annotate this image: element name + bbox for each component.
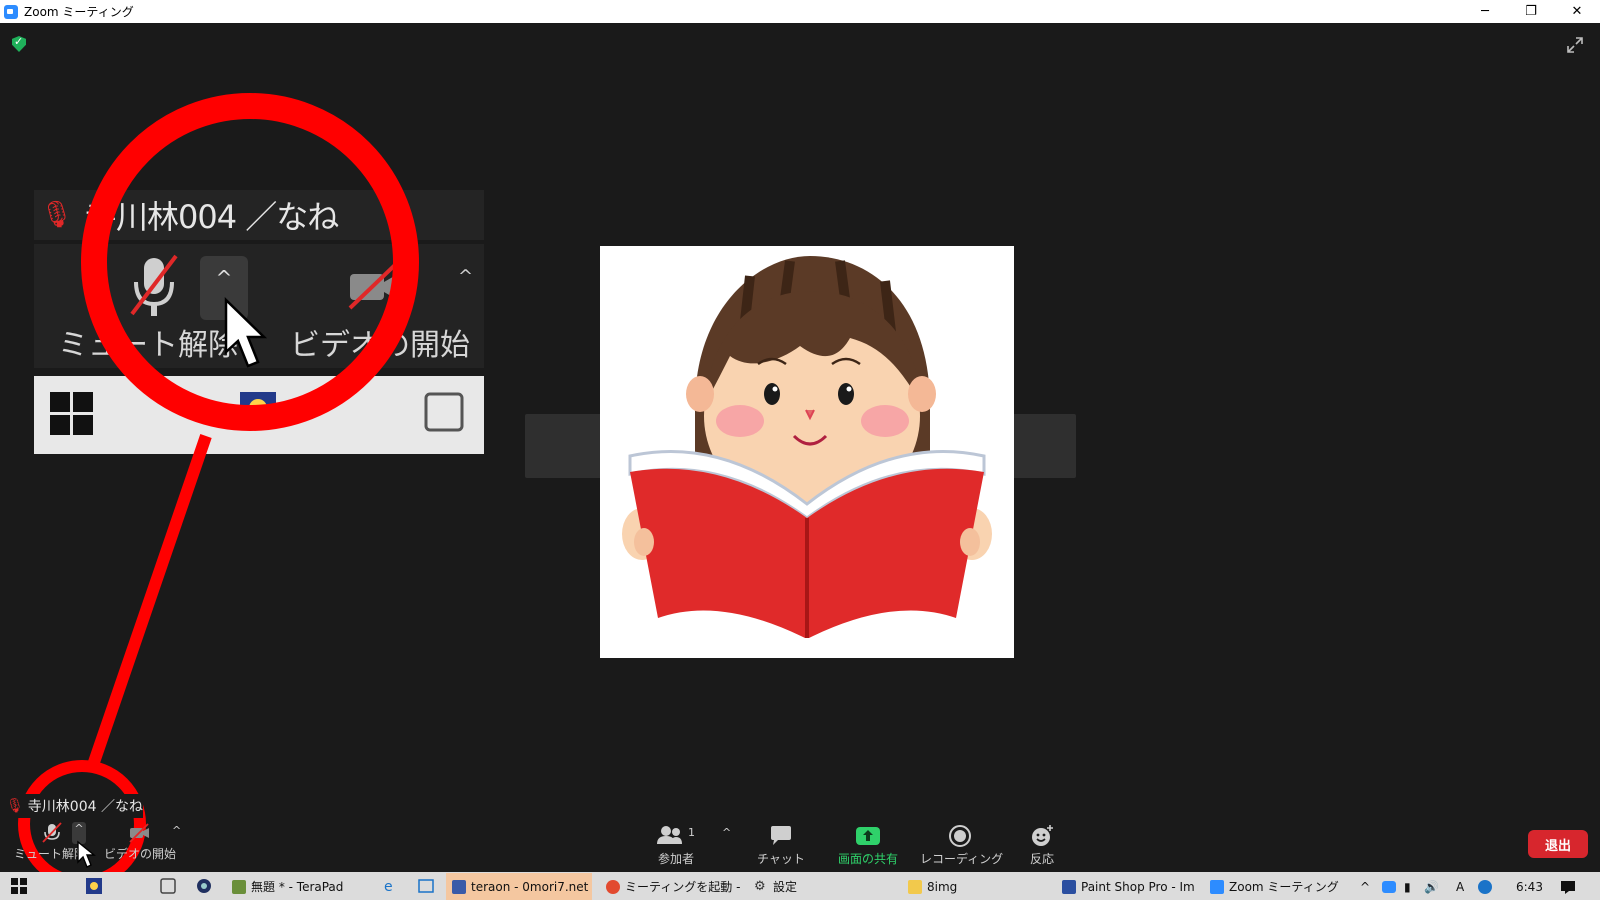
zoom-icon	[1210, 879, 1224, 894]
minimize-button[interactable]: ─	[1462, 0, 1508, 23]
taskbar-item-8img[interactable]: 8img	[902, 873, 1048, 900]
zoom-app-icon	[4, 4, 18, 19]
taskbar-item-settings[interactable]: ⚙ 設定	[748, 873, 894, 900]
ime-indicator[interactable]: A	[1456, 873, 1472, 900]
taskbar-item-label: Paint Shop Pro - Im...	[1081, 879, 1196, 894]
restore-button[interactable]: ❐	[1508, 0, 1554, 23]
leave-meeting-button[interactable]: 退出	[1528, 830, 1588, 858]
inset-participant-name-label: 🎙 寺川林004 ／なね	[34, 190, 484, 240]
start-video-label: ビデオの開始	[104, 847, 177, 861]
tray-overflow-chevron-icon[interactable]: ^	[1360, 873, 1380, 900]
gear-icon: ⚙	[754, 878, 766, 894]
reactions-label: 反応	[1029, 852, 1054, 866]
svg-text:e: e	[384, 879, 393, 894]
share-screen-button[interactable]: 画面の共有	[832, 824, 904, 872]
taskbar-item-zoom-meeting[interactable]: Zoom ミーティング	[1204, 873, 1350, 900]
share-screen-icon	[832, 824, 904, 848]
zoom-window: Zoom ミーティング ─ ❐ ✕ ✓ 🎙 寺川林004 ／なね ^ ^ ミュー…	[0, 0, 1600, 900]
reactions-button[interactable]: 反応	[1022, 824, 1062, 872]
title-bar: Zoom ミーティング ─ ❐ ✕	[0, 0, 1600, 23]
record-button[interactable]: レコーディング	[920, 824, 1004, 872]
pinned-app-icon-3[interactable]	[194, 876, 214, 896]
chat-label: チャット	[757, 852, 805, 866]
reactions-emoji-icon	[1022, 824, 1062, 848]
taskbar-item-label: ミーティングを起動 - Z...	[625, 880, 740, 894]
inset-participant-name: 寺川林004 ／なね	[85, 198, 339, 236]
inset-unmute-label: ミュート解除	[58, 328, 238, 363]
tray-volume-icon[interactable]: 🔊	[1424, 873, 1444, 900]
browser-icon	[452, 879, 466, 894]
chat-button[interactable]: チャット	[756, 824, 806, 872]
window-app-icon[interactable]	[416, 876, 436, 896]
inset-control-bar: ^ ^ ミュート解除 ビデオの開始	[34, 244, 484, 368]
participant-video[interactable]	[600, 246, 1014, 658]
chrome-icon	[606, 879, 620, 894]
tray-zoom-icon[interactable]	[1382, 873, 1402, 900]
taskbar-item-label: 8img	[927, 879, 958, 894]
taskbar-item-label: Zoom ミーティング	[1229, 880, 1339, 894]
pinned-app-icon-2[interactable]	[158, 876, 178, 896]
taskbar-item-zoom-launcher[interactable]: ミーティングを起動 - Z...	[600, 873, 740, 900]
terapad-icon	[232, 879, 246, 894]
record-icon	[920, 824, 1000, 848]
girl-reading-book-image	[600, 246, 1014, 658]
taskbar-item-label: teraon - 0mori7.net ...	[471, 879, 592, 894]
inset-video-label: ビデオの開始	[290, 328, 470, 363]
participants-label: 参加者	[657, 852, 694, 866]
muted-mic-icon: 🎙	[40, 200, 74, 230]
share-screen-label: 画面の共有	[837, 852, 898, 866]
encryption-shield-icon[interactable]	[12, 36, 26, 52]
tray-battery-icon[interactable]: ▮	[1404, 873, 1424, 900]
self-participant-name-label: 🎙 寺川林004 ／なね	[0, 794, 143, 818]
inset-video-options-caret-icon: ^	[458, 266, 474, 287]
windows-start-icon[interactable]	[8, 876, 30, 896]
participants-button[interactable]: 1 参加者	[648, 824, 704, 872]
fullscreen-icon[interactable]	[1566, 36, 1584, 54]
paint-shop-pro-icon	[1062, 879, 1076, 894]
taskbar-item-paint-shop-pro[interactable]: Paint Shop Pro - Im...	[1056, 873, 1196, 900]
start-video-button[interactable]: ビデオの開始	[104, 822, 176, 862]
window-title: Zoom ミーティング	[24, 5, 134, 19]
participants-count: 1	[688, 826, 695, 839]
notification-center-icon[interactable]	[1560, 873, 1584, 900]
taskbar-item-label: 設定	[773, 880, 798, 894]
participants-icon	[648, 824, 704, 848]
self-participant-name: 寺川林004 ／なね	[27, 799, 143, 815]
window-controls: ─ ❐ ✕	[1462, 0, 1600, 23]
inset-windows-logo-icon	[50, 392, 93, 435]
taskbar-item-terapad[interactable]: 無題 * - TeraPad	[226, 873, 372, 900]
self-muted-mic-icon: 🎙	[6, 798, 24, 814]
video-options-caret-icon[interactable]: ^	[172, 824, 181, 837]
taskbar-item-teraon[interactable]: teraon - 0mori7.net ...	[446, 873, 592, 900]
mouse-cursor-icon	[77, 840, 96, 868]
muted-mic-icon	[42, 822, 62, 843]
participants-options-caret-icon[interactable]: ^	[722, 826, 731, 839]
record-label: レコーディング	[920, 852, 1004, 866]
tray-network-icon[interactable]	[1478, 873, 1500, 900]
inset-taskbar	[34, 376, 484, 454]
inset-audio-options-caret-icon: ^	[200, 256, 248, 320]
taskbar-item-label: 無題 * - TeraPad	[251, 880, 344, 894]
chat-icon	[756, 824, 806, 848]
folder-icon	[908, 879, 922, 894]
video-off-icon	[129, 823, 149, 843]
ie-icon[interactable]: e	[380, 876, 400, 896]
close-button[interactable]: ✕	[1554, 0, 1600, 23]
clock[interactable]: 6:43	[1516, 873, 1556, 900]
pinned-app-icon-1[interactable]	[84, 876, 104, 896]
